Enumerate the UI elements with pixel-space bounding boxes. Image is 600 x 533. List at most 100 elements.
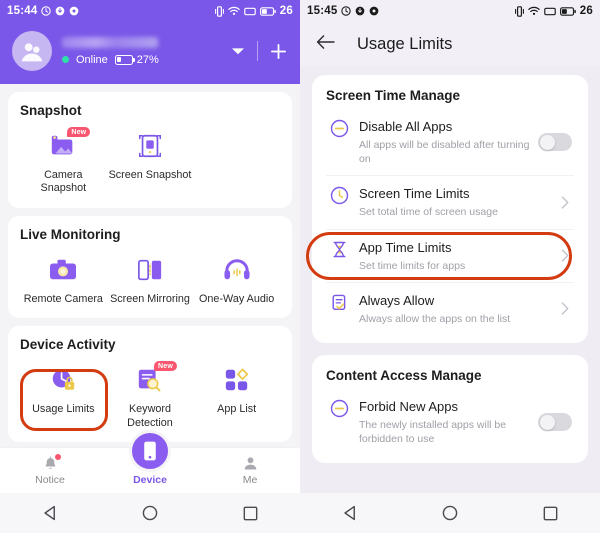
device-battery-percent: 27% xyxy=(136,53,159,66)
device-fab-button[interactable] xyxy=(129,430,171,472)
section-snapshot: Snapshot New Camera Snapshot Screen Snap… xyxy=(8,92,292,208)
tile-screen-mirroring[interactable]: Screen Mirroring xyxy=(107,249,194,306)
allow-list-icon xyxy=(326,292,352,312)
camera-snapshot-icon: New xyxy=(48,127,91,165)
plus-icon[interactable] xyxy=(268,41,288,61)
screen-mirroring-icon xyxy=(135,251,165,289)
tile-keyword-detection[interactable]: New Keyword Detection xyxy=(107,359,194,430)
row-forbid-new-apps[interactable]: Forbid New Apps The newly installed apps… xyxy=(326,389,574,455)
alarm-icon xyxy=(41,6,52,16)
section-grid: Remote Camera Screen Mirroring One-Way A… xyxy=(20,249,280,306)
nav-label: Notice xyxy=(35,474,65,486)
person-icon xyxy=(243,455,258,472)
status-battery-text: 26 xyxy=(279,5,293,17)
notification-dot xyxy=(54,454,61,460)
new-badge: New xyxy=(153,361,177,372)
tile-label: Screen Snapshot xyxy=(108,169,192,181)
status-left-group: 15:45 xyxy=(307,5,379,17)
row-text: Forbid New Apps The newly installed apps… xyxy=(352,398,534,446)
row-subtitle: The newly installed apps will be forbidd… xyxy=(359,418,507,446)
status-right-group: 26 xyxy=(514,5,593,17)
back-triangle-icon[interactable] xyxy=(332,500,368,526)
dual-screenshot: 15:44 26 Online 27% Snapshot New Camera … xyxy=(0,0,600,533)
tile-remote-camera[interactable]: Remote Camera xyxy=(20,249,107,306)
screen-snapshot-icon xyxy=(136,127,164,165)
right-content-scroll[interactable]: Screen Time Manage Disable All Apps All … xyxy=(300,66,600,493)
online-dot-icon xyxy=(62,56,69,63)
section-grid: Usage Limits New Keyword Detection App L… xyxy=(20,359,280,430)
account-header: Online 27% xyxy=(0,22,300,84)
tile-label: App List xyxy=(217,403,257,416)
nav-item-me[interactable]: Me xyxy=(200,448,300,493)
clock-icon xyxy=(326,185,352,205)
nav-label: Me xyxy=(242,474,258,486)
vibrate-icon xyxy=(214,5,224,17)
tile-label: One-Way Audio xyxy=(199,292,275,305)
section-title: Content Access Manage xyxy=(326,367,482,383)
section-device-activity: Device Activity Usage Limits New Keyword… xyxy=(8,326,292,443)
one-way-audio-icon xyxy=(222,251,252,289)
home-circle-icon[interactable] xyxy=(132,500,168,526)
tile-empty-slot xyxy=(193,125,280,196)
tile-one-way-audio[interactable]: One-Way Audio xyxy=(193,249,280,306)
tile-screen-snapshot[interactable]: Screen Snapshot xyxy=(107,125,194,196)
back-arrow-icon[interactable] xyxy=(316,34,335,55)
status-battery-text: 26 xyxy=(579,5,593,17)
tile-usage-limits[interactable]: Usage Limits xyxy=(20,359,107,430)
forbid-icon xyxy=(326,398,352,418)
chevron-down-icon[interactable] xyxy=(229,42,247,60)
row-disable-all-apps[interactable]: Disable All Apps All apps will be disabl… xyxy=(326,109,574,175)
tile-label: Remote Camera xyxy=(23,292,103,305)
left-content-scroll[interactable]: Snapshot New Camera Snapshot Screen Snap… xyxy=(0,84,300,447)
home-circle-icon[interactable] xyxy=(432,500,468,526)
row-screen-time-limits[interactable]: Screen Time Limits Set total time of scr… xyxy=(326,175,574,228)
row-subtitle: Set time limits for apps xyxy=(359,259,466,272)
chevron-right-icon xyxy=(558,196,572,209)
hourglass-icon xyxy=(326,239,352,259)
row-subtitle: All apps will be disabled after turning … xyxy=(359,139,530,166)
row-always-allow[interactable]: Always Allow Always allow the apps on th… xyxy=(326,281,574,335)
online-status-label: Online xyxy=(76,53,108,66)
account-info: Online 27% xyxy=(62,36,229,66)
toggle-forbid-new-apps[interactable] xyxy=(538,413,572,432)
tile-label: Camera Snapshot xyxy=(40,169,87,195)
section-live-monitoring: Live Monitoring Remote Camera Screen Mir… xyxy=(8,215,292,319)
status-time: 15:44 xyxy=(7,5,38,17)
battery-icon xyxy=(559,6,576,16)
left-screen-device-dashboard: 15:44 26 Online 27% Snapshot New Camera … xyxy=(0,0,300,533)
section-content-access-manage: Content Access Manage Forbid New Apps Th… xyxy=(312,354,588,464)
row-title: Screen Time Limits xyxy=(359,186,470,202)
row-text: App Time Limits Set time limits for apps xyxy=(352,239,558,273)
alarm-icon xyxy=(341,6,352,16)
tile-label: Screen Mirroring xyxy=(110,292,190,305)
section-grid: New Camera Snapshot Screen Snapshot xyxy=(20,125,280,196)
tile-app-list[interactable]: App List xyxy=(193,359,280,430)
wifi-icon xyxy=(528,6,540,16)
row-text: Disable All Apps All apps will be disabl… xyxy=(352,118,534,166)
row-app-time-limits[interactable]: App Time Limits Set time limits for apps xyxy=(326,228,574,282)
toggle-disable-all-apps[interactable] xyxy=(538,133,572,152)
row-text: Screen Time Limits Set total time of scr… xyxy=(352,185,558,219)
device-battery-chip: 27% xyxy=(114,53,159,66)
vibrate-icon xyxy=(514,5,524,17)
row-title: App Time Limits xyxy=(359,239,452,255)
section-screen-time-manage: Screen Time Manage Disable All Apps All … xyxy=(312,75,588,343)
back-triangle-icon[interactable] xyxy=(32,500,68,526)
download-icon xyxy=(55,6,65,16)
bottom-navigation: Notice Device Me xyxy=(0,430,300,493)
row-text: Always Allow Always allow the apps on th… xyxy=(352,292,558,326)
section-title: Live Monitoring xyxy=(20,226,121,242)
chevron-right-icon xyxy=(558,249,572,262)
left-status-bar: 15:44 26 xyxy=(0,0,300,22)
status-left-group: 15:44 xyxy=(7,5,79,17)
avatar[interactable] xyxy=(12,31,52,71)
usage-limits-icon xyxy=(48,361,78,399)
tile-camera-snapshot[interactable]: New Camera Snapshot xyxy=(20,125,107,196)
phone-icon xyxy=(144,441,156,461)
recents-square-icon[interactable] xyxy=(232,500,268,526)
recents-square-icon[interactable] xyxy=(532,500,568,526)
wifi-icon xyxy=(228,6,240,16)
battery-icon xyxy=(259,6,276,16)
row-title: Disable All Apps xyxy=(359,119,453,134)
nav-item-notice[interactable]: Notice xyxy=(0,448,100,493)
